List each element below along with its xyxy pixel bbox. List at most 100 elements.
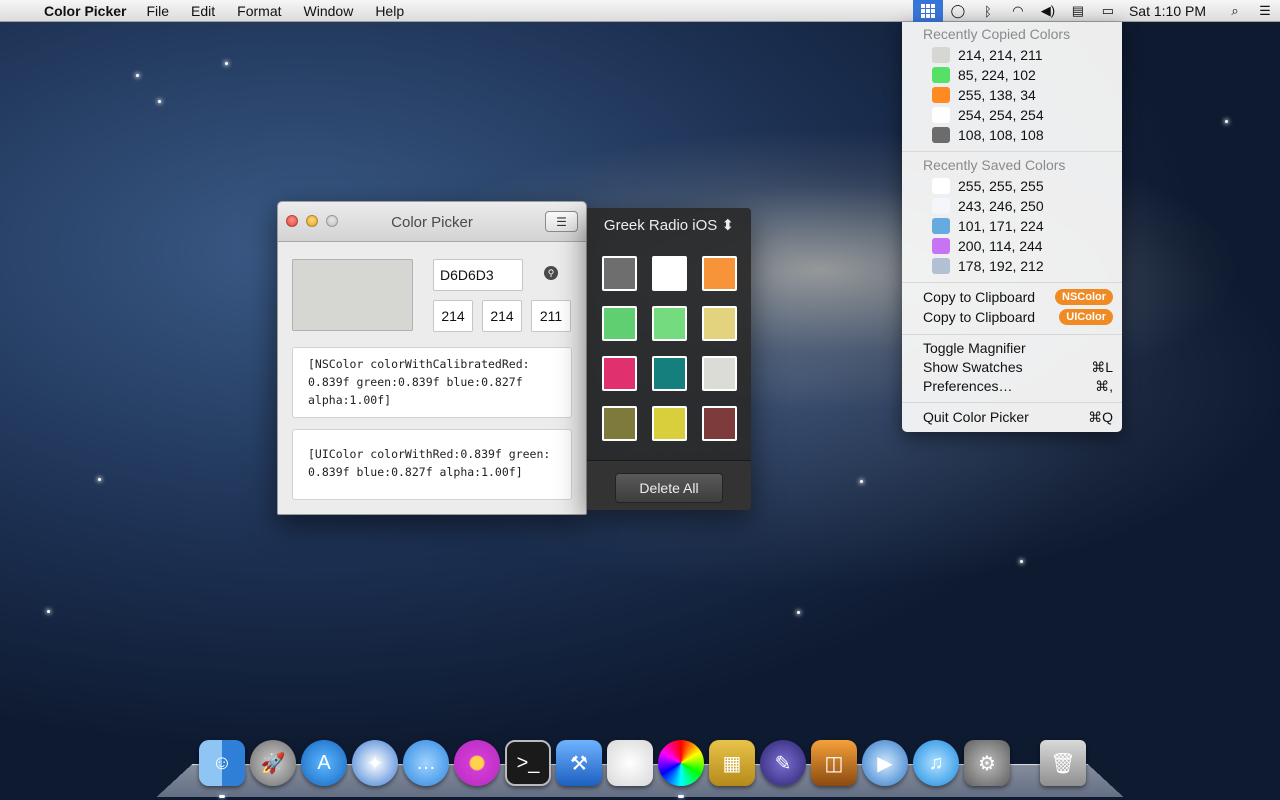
battery-icon[interactable]: ▭	[1093, 0, 1123, 22]
color-picker-icon[interactable]	[658, 740, 704, 786]
recent-saved-color[interactable]: 101, 171, 224	[932, 216, 1044, 236]
finder-icon[interactable]: ☺	[199, 740, 245, 786]
color-swatch	[932, 178, 950, 194]
shortcut-label: ⌘Q	[1088, 409, 1113, 425]
wifi-icon[interactable]: ◠	[1003, 0, 1033, 22]
notification-center-icon[interactable]: ☰	[1250, 0, 1280, 22]
star	[797, 611, 800, 614]
recent-copied-color[interactable]: 255, 138, 34	[932, 85, 1036, 105]
recent-saved-color[interactable]: 178, 192, 212	[932, 256, 1044, 276]
swatch[interactable]	[702, 256, 737, 291]
pitcher-app-icon[interactable]	[607, 740, 653, 786]
menu-help[interactable]: Help	[375, 3, 404, 19]
copy-nscolor-item[interactable]: Copy to Clipboard NSColor	[923, 289, 1113, 305]
list-menu-button[interactable]: ☰	[545, 211, 578, 232]
menu-file[interactable]: File	[146, 3, 169, 19]
running-indicator	[678, 795, 684, 798]
safari-icon[interactable]: ✦	[352, 740, 398, 786]
flower-app-icon[interactable]	[454, 740, 500, 786]
terminal-icon[interactable]: >_	[505, 740, 551, 786]
recently-saved-header: Recently Saved Colors	[923, 157, 1066, 173]
nscolor-code-box[interactable]: [NSColor colorWithCalibratedRed: 0.839f …	[292, 347, 572, 418]
swatch[interactable]	[702, 406, 737, 441]
swatch[interactable]	[652, 306, 687, 341]
hex-field[interactable]: D6D6D3	[433, 259, 523, 291]
swatch[interactable]	[652, 406, 687, 441]
quit-item[interactable]: Quit Color Picker ⌘Q	[923, 409, 1113, 426]
color-picker-window: Color Picker ☰ D6D6D3 ⚲ 214 214 211 [NSC…	[277, 201, 587, 515]
color-label: 255, 138, 34	[958, 87, 1036, 103]
swatch[interactable]	[602, 406, 637, 441]
trash-icon[interactable]: 🗑	[1040, 740, 1086, 786]
chat-bubble-icon[interactable]: ◯	[943, 0, 973, 22]
uicolor-code-box[interactable]: [UIColor colorWithRed:0.839f green: 0.83…	[292, 429, 572, 500]
feather-app-icon[interactable]: ✎	[760, 740, 806, 786]
blue-field[interactable]: 211	[531, 300, 571, 332]
color-swatch	[932, 238, 950, 254]
recent-copied-color[interactable]: 254, 254, 254	[932, 105, 1044, 125]
color-label: 255, 255, 255	[958, 178, 1044, 194]
quicktime-icon[interactable]: ▶	[862, 740, 908, 786]
menu-item-label: Toggle Magnifier	[923, 340, 1026, 356]
list-icon: ☰	[556, 214, 567, 229]
itunes-icon[interactable]: ♫	[913, 740, 959, 786]
delete-all-button[interactable]: Delete All	[615, 473, 723, 503]
color-label: 214, 214, 211	[958, 47, 1043, 63]
shortcut-label: ⌘L	[1091, 359, 1113, 375]
status-menu: Recently Copied Colors 214, 214, 211 85,…	[902, 22, 1122, 432]
swatches-panel: Greek Radio iOS ⬍ Delete All	[587, 208, 751, 510]
palette-name: Greek Radio iOS	[603, 217, 718, 234]
menu-item-label: Preferences…	[923, 378, 1013, 394]
menu-bar: Color Picker File Edit Format Window Hel…	[0, 0, 1280, 22]
iphoto-icon[interactable]: ◫	[811, 740, 857, 786]
color-label: 178, 192, 212	[958, 258, 1044, 274]
xcode-icon[interactable]: ⚒	[556, 740, 602, 786]
swatch[interactable]	[702, 306, 737, 341]
menu-window[interactable]: Window	[304, 3, 354, 19]
app-menu[interactable]: Color Picker	[44, 3, 126, 19]
menu-edit[interactable]: Edit	[191, 3, 215, 19]
palette-selector[interactable]: Greek Radio iOS ⬍	[587, 216, 751, 234]
recent-saved-color[interactable]: 243, 246, 250	[932, 196, 1044, 216]
swatch[interactable]	[652, 256, 687, 291]
menu-separator	[902, 282, 1122, 283]
green-field[interactable]: 214	[482, 300, 522, 332]
star	[1020, 560, 1023, 563]
show-swatches-item[interactable]: Show Swatches ⌘L	[923, 359, 1113, 376]
app-store-icon[interactable]: A	[301, 740, 347, 786]
swatch[interactable]	[702, 356, 737, 391]
messages-icon[interactable]: …	[403, 740, 449, 786]
swatch[interactable]	[602, 356, 637, 391]
copy-uicolor-item[interactable]: Copy to Clipboard UIColor	[923, 309, 1113, 325]
magnifier-icon[interactable]: ⚲	[544, 266, 558, 280]
color-label: 85, 224, 102	[958, 67, 1036, 83]
preferences-item[interactable]: Preferences… ⌘,	[923, 378, 1113, 395]
color-label: 254, 254, 254	[958, 107, 1044, 123]
swatch[interactable]	[602, 256, 637, 291]
transmit-icon[interactable]: ▦	[709, 740, 755, 786]
color-swatch	[932, 67, 950, 83]
recent-saved-color[interactable]: 200, 114, 244	[932, 236, 1043, 256]
volume-icon[interactable]: ◀)	[1033, 0, 1063, 22]
launchpad-icon[interactable]: 🚀	[250, 740, 296, 786]
system-preferences-icon[interactable]: ⚙	[964, 740, 1010, 786]
red-field[interactable]: 214	[433, 300, 473, 332]
recent-saved-color[interactable]: 255, 255, 255	[932, 176, 1044, 196]
swatch[interactable]	[652, 356, 687, 391]
menu-item-label: Show Swatches	[923, 359, 1023, 375]
bluetooth-icon[interactable]: ᛒ	[973, 0, 1003, 22]
color-picker-status-icon[interactable]	[912, 0, 943, 22]
swatch[interactable]	[602, 306, 637, 341]
recent-copied-color[interactable]: 85, 224, 102	[932, 65, 1036, 85]
recent-copied-color[interactable]: 108, 108, 108	[932, 125, 1044, 145]
clock[interactable]: Sat 1:10 PM	[1129, 3, 1206, 19]
menu-separator	[902, 402, 1122, 403]
menu-separator	[902, 334, 1122, 335]
us-flag-icon[interactable]: ▤	[1063, 0, 1093, 22]
recent-copied-color[interactable]: 214, 214, 211	[932, 45, 1043, 65]
title-bar[interactable]: Color Picker ☰	[278, 202, 586, 242]
menu-format[interactable]: Format	[237, 3, 281, 19]
menu-separator	[902, 151, 1122, 152]
spotlight-search-icon[interactable]: ⌕	[1220, 0, 1250, 22]
toggle-magnifier-item[interactable]: Toggle Magnifier	[923, 340, 1113, 356]
